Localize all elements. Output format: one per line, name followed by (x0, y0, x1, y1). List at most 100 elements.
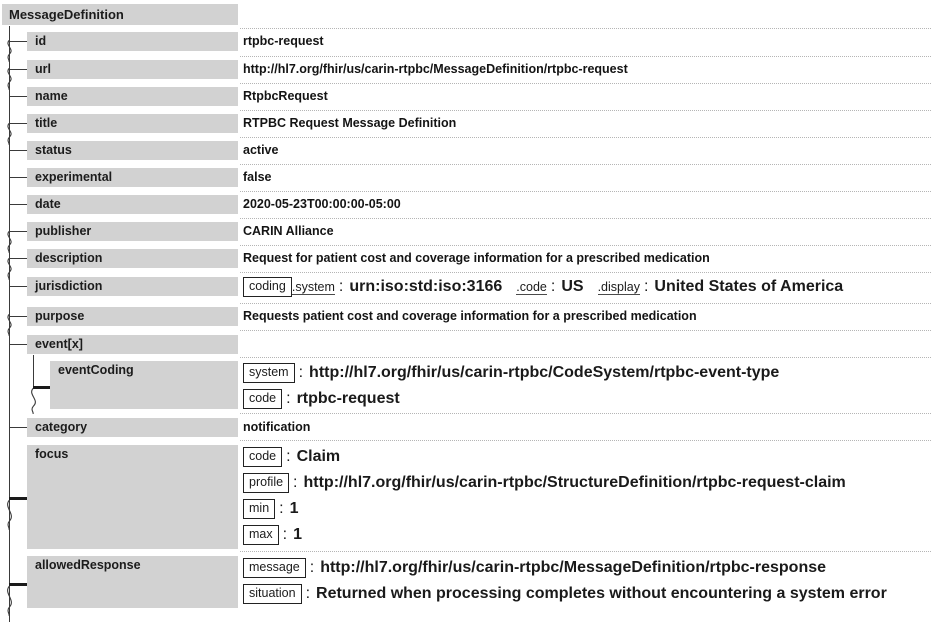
value-system: http://hl7.org/fhir/us/carin-rtpbc/CodeS… (309, 364, 780, 381)
row-separator (240, 28, 931, 29)
tree-branch (9, 286, 27, 287)
tree-squiggle-icon (3, 314, 17, 336)
row-separator (240, 245, 931, 246)
field-box-min: min (243, 499, 276, 519)
allowedResponse-situation-line: situation: Returned when processing compl… (243, 584, 887, 604)
row-separator (240, 413, 931, 414)
focus-min-line: min:1 (243, 499, 299, 519)
tree-squiggle-icon (3, 40, 17, 62)
node-label-publisher: publisher (27, 222, 238, 241)
colon: : (305, 585, 311, 602)
colon: : (286, 390, 291, 407)
node-label-name: name (27, 87, 238, 106)
tree-trunk-nested (33, 355, 34, 388)
field-box-profile: profile (243, 473, 290, 493)
focus-code-line: code: Claim (243, 447, 340, 467)
key-code: .code (516, 279, 547, 295)
value-min: 1 (289, 500, 299, 517)
tree-branch-bold (33, 386, 51, 389)
value-message: http://hl7.org/fhir/us/carin-rtpbc/Messa… (320, 559, 827, 576)
colon: : (550, 278, 556, 295)
value-code: US (561, 278, 584, 295)
row-separator (240, 110, 931, 111)
node-value-url: http://hl7.org/fhir/us/carin-rtpbc/Messa… (243, 62, 628, 76)
field-box-situation: situation (243, 584, 302, 604)
node-value-id: rtpbc-request (243, 34, 324, 48)
eventCoding-system-line: system: http://hl7.org/fhir/us/carin-rtpb… (243, 363, 779, 383)
node-label-allowedResponse: allowedResponse (27, 556, 238, 608)
node-label-eventCoding: eventCoding (50, 361, 238, 409)
tree-branch (9, 231, 27, 232)
root-node-label: MessageDefinition (2, 4, 238, 25)
tree-branch (9, 427, 27, 428)
node-label-purpose: purpose (27, 307, 238, 326)
row-separator (240, 440, 931, 441)
tree-branch (9, 344, 27, 345)
row-separator (240, 303, 931, 304)
value-profile: http://hl7.org/fhir/us/carin-rtpbc/Struc… (303, 474, 846, 491)
row-separator (240, 191, 931, 192)
colon: : (282, 526, 288, 543)
colon: : (643, 278, 649, 295)
key-display: .display (597, 279, 640, 295)
colon: : (286, 448, 291, 465)
tree-branch (9, 316, 27, 317)
row-separator (240, 218, 931, 219)
node-value-title: RTPBC Request Message Definition (243, 116, 457, 130)
node-label-jurisdiction: jurisdiction (27, 277, 238, 296)
value-max: 1 (293, 526, 302, 543)
tree-squiggle-icon (27, 388, 41, 414)
node-value-date: 2020-05-23T00:00:00-05:00 (243, 197, 401, 211)
node-label-id: id (27, 32, 238, 51)
tree-squiggle-icon (3, 586, 17, 616)
tree-squiggle-icon (3, 258, 17, 280)
field-box-code: code (243, 447, 283, 467)
tree-squiggle-icon (3, 123, 17, 145)
tree-branch (9, 204, 27, 205)
tree-squiggle-icon (3, 231, 17, 253)
row-separator (240, 357, 931, 358)
colon: : (298, 364, 304, 381)
row-separator (240, 164, 931, 165)
value-code: rtpbc-request (296, 390, 400, 407)
key-system: .system (291, 279, 335, 295)
node-label-title: title (27, 114, 238, 133)
row-separator (240, 56, 931, 57)
colon: : (309, 559, 315, 576)
tree-branch (9, 123, 27, 124)
node-label-event-x: event[x] (27, 335, 238, 354)
node-value-category: notification (243, 420, 311, 434)
tree-squiggle-icon (3, 500, 17, 530)
value-code: Claim (296, 448, 341, 465)
allowedResponse-message-line: message: http://hl7.org/fhir/us/carin-rtp… (243, 558, 826, 578)
field-box-system: system (243, 363, 295, 383)
tree-branch-bold (9, 497, 27, 500)
value-situation: Returned when processing completes witho… (316, 585, 887, 602)
tree-branch (9, 69, 27, 70)
node-label-experimental: experimental (27, 168, 238, 187)
field-box-code: code (243, 389, 283, 409)
jurisdiction-coding-detail: coding .system: urn:iso:std:iso:3166 .code:… (243, 277, 843, 297)
tree-branch (9, 150, 27, 151)
field-box-message: message (243, 558, 306, 578)
value-system: urn:iso:std:iso:3166 (349, 278, 503, 295)
node-value-description: Request for patient cost and coverage in… (243, 251, 710, 265)
tree-branch (9, 258, 27, 259)
row-separator (240, 272, 931, 273)
node-label-focus: focus (27, 445, 238, 549)
eventCoding-code-line: code: rtpbc-request (243, 389, 400, 409)
row-separator (240, 551, 931, 552)
node-value-status: active (243, 143, 279, 157)
type-box-coding: coding (243, 277, 292, 297)
field-box-max: max (243, 525, 279, 545)
tree-branch (9, 177, 27, 178)
node-label-date: date (27, 195, 238, 214)
tree-branch (9, 96, 27, 97)
node-label-description: description (27, 249, 238, 268)
tree-branch-bold (9, 583, 27, 586)
node-value-experimental: false (243, 170, 272, 184)
node-label-status: status (27, 141, 238, 160)
node-label-url: url (27, 60, 238, 79)
structure-diagram: MessageDefinition id rtpbc-request url h… (0, 0, 931, 624)
row-separator (240, 137, 931, 138)
